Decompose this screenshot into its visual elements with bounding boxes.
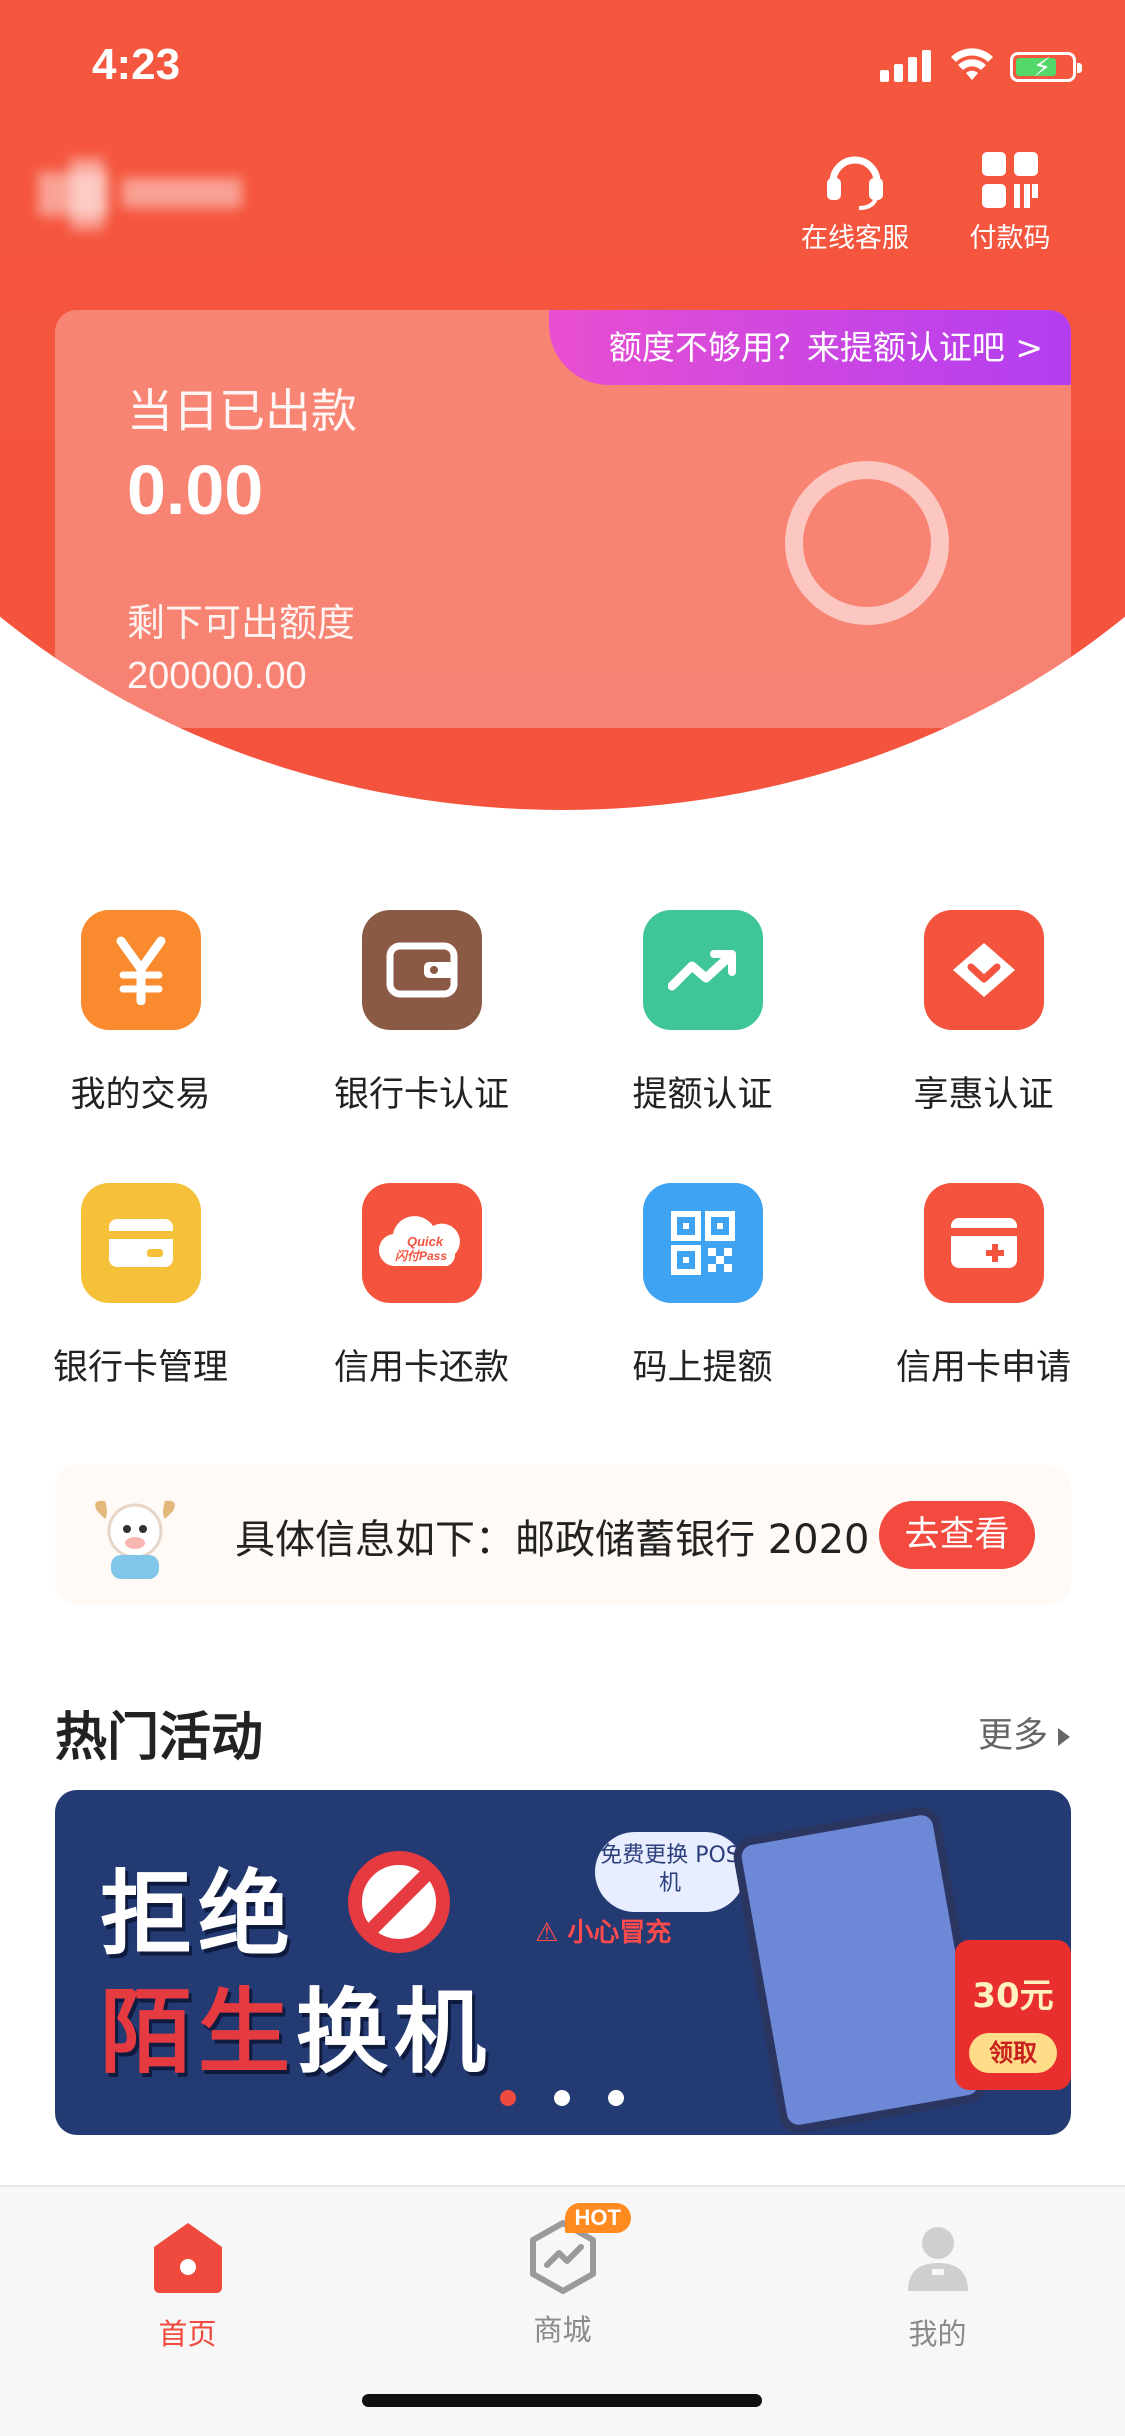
carousel-dots [500, 2090, 662, 2110]
online-service-button[interactable]: 在线客服 [785, 150, 925, 255]
online-service-label: 在线客服 [801, 223, 909, 254]
more-label: 更多 [977, 1716, 1048, 1756]
raise-limit-promo[interactable]: 额度不够用？来提额认证吧 > [548, 310, 1071, 385]
remaining-limit-label: 剩下可出额度 [127, 601, 356, 645]
notice-text: 具体信息如下：邮政储蓄银行 2020 [235, 1517, 870, 1563]
diamond-icon [923, 910, 1044, 1030]
banner-coupon: 30元 领取 [955, 1940, 1071, 2090]
tab-mine-label: 我的 [908, 2317, 967, 2351]
wallet-icon [361, 910, 482, 1030]
tab-home-label: 首页 [158, 2317, 217, 2351]
battery-icon: ⚡ [1010, 52, 1082, 83]
tab-home[interactable]: 首页 [0, 2217, 375, 2353]
view-notice-button[interactable]: 去查看 [879, 1501, 1035, 1569]
grid-label: 信用卡还款 [333, 1348, 509, 1388]
grid-item-my-trades[interactable]: 我的交易 [0, 910, 281, 1117]
activity-banner[interactable]: 拒绝 陌生换机 免费更换 POS机 ⚠ 小心冒充 30元 领取 [55, 1790, 1071, 2135]
mascot-icon [95, 1500, 175, 1579]
home-indicator [362, 2394, 762, 2407]
qr-payment-icon [982, 152, 1038, 208]
signal-icon [880, 50, 934, 82]
profile-icon [907, 2227, 968, 2291]
usage-progress-ring [785, 461, 949, 625]
qr-code-icon [642, 1183, 763, 1303]
hot-activities-title: 热门活动 [55, 1708, 264, 1768]
grid-item-card-manage[interactable]: 银行卡管理 [0, 1183, 281, 1390]
banner-warning: ⚠ 小心冒充 [535, 1918, 672, 1948]
banner-phone-illustration [730, 1804, 990, 2135]
carousel-dot[interactable] [554, 2090, 570, 2106]
carousel-dot[interactable] [500, 2090, 516, 2106]
grid-item-card-repay[interactable]: Quick 闪付Pass 信用卡还款 [281, 1183, 562, 1390]
tab-mine[interactable]: 我的 [750, 2217, 1125, 2353]
banner-title-line1: 拒绝 [100, 1861, 297, 1968]
grid-item-card-verify[interactable]: 银行卡认证 [281, 910, 562, 1117]
grid-item-limit-raise[interactable]: 提额认证 [562, 910, 843, 1117]
grid-label: 享惠认证 [913, 1075, 1054, 1115]
remaining-limit-value: 200000.00 [127, 655, 307, 697]
grid-label: 银行卡管理 [52, 1348, 228, 1388]
svg-text:Quick: Quick [407, 1234, 444, 1249]
grid-item-card-apply[interactable]: 信用卡申请 [843, 1183, 1124, 1390]
trend-up-icon [642, 910, 763, 1030]
status-bar: 4:23 ⚡ [0, 0, 1125, 135]
payment-code-button[interactable]: 付款码 [940, 150, 1080, 255]
banner-title-white: 换机 [296, 1979, 493, 2086]
coupon-amount: 30元 [972, 1976, 1054, 2016]
notice-bar: 具体信息如下：邮政储蓄银行 2020 去查看 [55, 1465, 1071, 1605]
more-link[interactable]: 更多 [978, 1707, 1070, 1758]
banner-cloud-bubble: 免费更换 POS机 [595, 1832, 745, 1912]
grid-label: 码上提额 [632, 1348, 773, 1388]
banner-title-line2: 陌生换机 [100, 1958, 492, 2091]
grid-label: 提额认证 [632, 1075, 773, 1115]
yen-icon [80, 910, 201, 1030]
grid-label: 银行卡认证 [333, 1075, 509, 1115]
user-name-blurred [38, 158, 243, 230]
hot-badge: HOT [564, 2203, 631, 2233]
carousel-dot[interactable] [608, 2090, 624, 2106]
grid-label: 我的交易 [70, 1075, 211, 1115]
banner-warning-text: 小心冒充 [567, 1918, 672, 1948]
headset-icon [827, 156, 883, 210]
home-icon [153, 2223, 222, 2293]
no-sign-icon [348, 1851, 450, 1953]
grid-item-qr-raise[interactable]: 码上提额 [562, 1183, 843, 1390]
payment-code-label: 付款码 [969, 223, 1051, 254]
status-time: 4:23 [92, 40, 181, 89]
today-paid-value: 0.00 [127, 451, 264, 529]
wifi-icon [951, 48, 993, 80]
chevron-right-icon [1058, 1728, 1070, 1746]
quota-card: 额度不够用？来提额认证吧 > 当日已出款 0.00 剩下可出额度 200000.… [55, 310, 1071, 728]
grid-label: 信用卡申请 [895, 1348, 1071, 1388]
coupon-get: 领取 [969, 2033, 1057, 2073]
banner-title-red: 陌生 [100, 1979, 297, 2086]
svg-text:闪付Pass: 闪付Pass [395, 1249, 447, 1263]
mall-icon-wrap: HOT [523, 2203, 631, 2297]
today-paid-label: 当日已出款 [127, 384, 357, 438]
card-icon [80, 1183, 201, 1303]
tab-mall-label: 商城 [533, 2313, 592, 2347]
grid-item-benefit-verify[interactable]: 享惠认证 [843, 910, 1124, 1117]
card-add-icon [923, 1183, 1044, 1303]
quickpass-icon: Quick 闪付Pass [361, 1183, 482, 1303]
tab-mall[interactable]: HOT 商城 [375, 2203, 750, 2349]
